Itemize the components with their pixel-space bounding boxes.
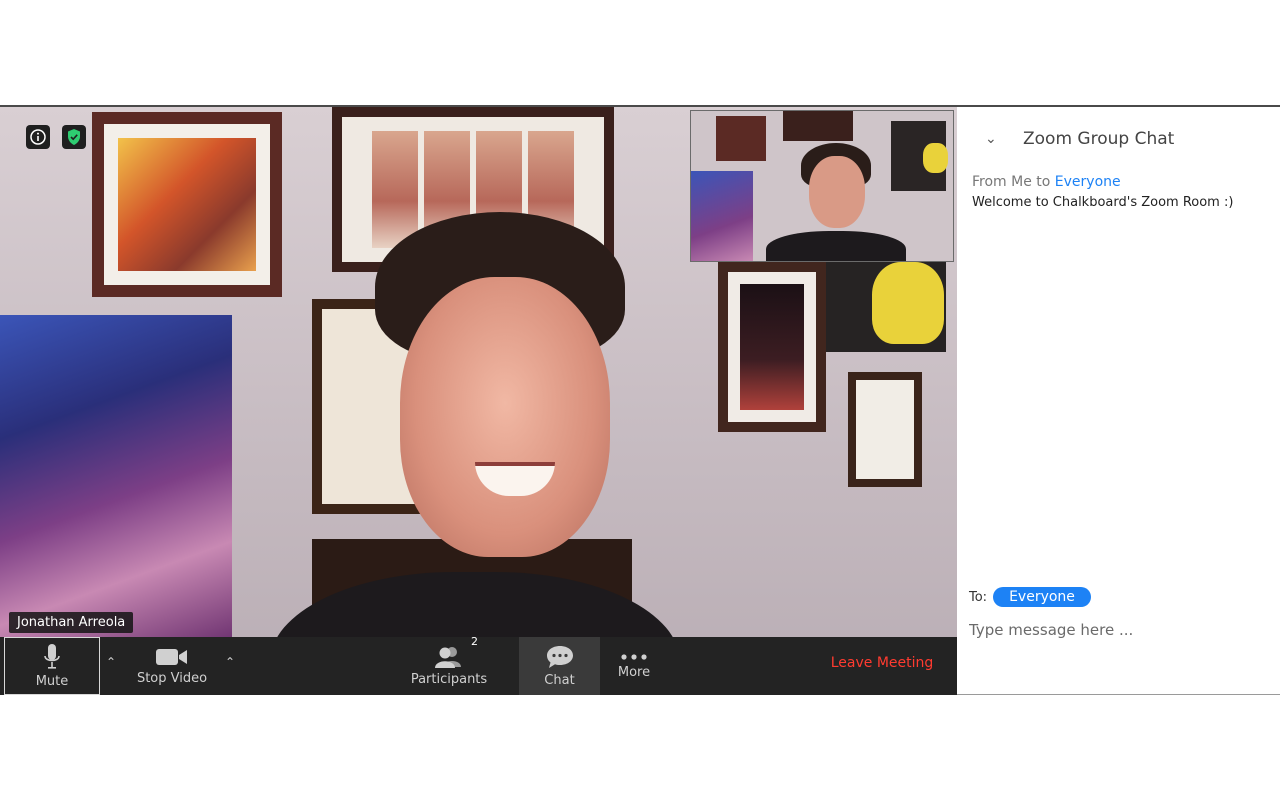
more-button[interactable]: More: [600, 637, 668, 695]
to-label: To:: [969, 589, 988, 605]
self-view-thumbnail[interactable]: [690, 110, 954, 262]
participant-count-badge: 2: [471, 635, 478, 648]
recipient-row: To: Everyone: [969, 587, 1091, 607]
chevron-down-icon[interactable]: ⌄: [985, 131, 997, 147]
camera-icon: [156, 649, 187, 665]
participants-label: Participants: [410, 672, 488, 687]
microphone-icon: [44, 644, 60, 669]
chat-panel: ⌄ Zoom Group Chat From Me to Everyone We…: [957, 107, 1280, 695]
mute-label: Mute: [35, 674, 69, 689]
chevron-up-icon[interactable]: ⌃: [225, 655, 235, 669]
message-body: Welcome to Chalkboard's Zoom Room :): [972, 195, 1234, 210]
more-dots-icon: [621, 654, 647, 660]
stop-video-label: Stop Video: [136, 671, 208, 686]
mute-button[interactable]: Mute: [4, 637, 100, 695]
wall-frame: [718, 262, 826, 432]
wall-painting: [0, 315, 232, 645]
chat-label: Chat: [544, 673, 575, 688]
plush-toy: [872, 262, 944, 344]
zoom-meeting-window: Jonathan Arreola Mute ⌃ Stop Video ⌃ 2 P…: [0, 105, 1280, 695]
chevron-up-icon[interactable]: ⌃: [106, 655, 116, 669]
chat-button[interactable]: Chat: [519, 637, 600, 695]
chat-title: Zoom Group Chat: [1023, 129, 1175, 149]
message-sender: From Me to: [972, 174, 1055, 190]
message-header: From Me to Everyone: [972, 174, 1121, 190]
participant-video-person: [270, 212, 680, 695]
wall-frame: [848, 372, 922, 487]
shield-icon[interactable]: [62, 125, 86, 149]
wall-frame: [92, 112, 282, 297]
meeting-toolbar: Mute ⌃ Stop Video ⌃ 2 Participants Chat …: [0, 635, 957, 695]
more-label: More: [617, 665, 651, 680]
participants-button[interactable]: 2 Participants: [398, 635, 500, 695]
recipient-dropdown[interactable]: Everyone: [993, 587, 1091, 607]
speaker-name-tag: Jonathan Arreola: [9, 612, 134, 633]
chat-bubble-icon: [546, 646, 573, 668]
message-input[interactable]: [967, 617, 1271, 643]
leave-meeting-button[interactable]: Leave Meeting: [812, 655, 952, 671]
stop-video-button[interactable]: Stop Video: [124, 637, 220, 695]
message-recipient[interactable]: Everyone: [1055, 174, 1121, 190]
main-video: Jonathan Arreola Mute ⌃ Stop Video ⌃ 2 P…: [0, 107, 957, 695]
participants-icon: [435, 647, 461, 668]
info-icon[interactable]: [26, 125, 50, 149]
